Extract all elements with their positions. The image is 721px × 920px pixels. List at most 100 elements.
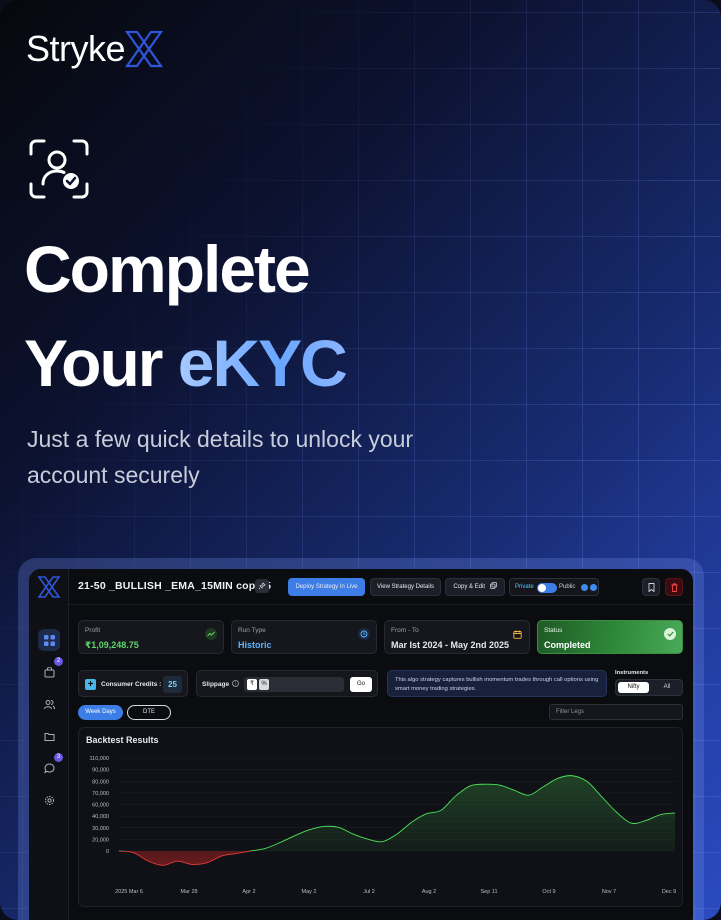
instrument-option-nifty[interactable]: Nifty — [618, 682, 649, 693]
date-range-label: From - To — [391, 627, 419, 634]
status-card: Status Completed — [537, 620, 683, 654]
users-icon — [43, 699, 55, 709]
x-tick-label: Mar 28 — [180, 889, 197, 895]
x-tick-label: Dec 9 — [662, 889, 676, 895]
brand-name: Stryke — [26, 28, 126, 69]
run-type-label: Run Type — [238, 627, 266, 634]
sidebar: 2 3 — [29, 569, 69, 920]
x-tick-label: Jul 2 — [363, 889, 375, 895]
sidebar-item-folder[interactable] — [38, 725, 60, 747]
private-label: Private — [515, 584, 534, 590]
date-range-card: From - To Mar Ist 2024 - May 2nd 2025 — [384, 620, 530, 654]
run-type-value: Historic — [238, 640, 272, 650]
sidebar-item-settings[interactable] — [38, 789, 60, 811]
sidebar-item-users[interactable] — [38, 693, 60, 715]
profit-value: ₹1,09,248.75 — [85, 640, 139, 650]
profit-label: Profit — [85, 627, 101, 634]
filter-legs-input[interactable]: Filter Legs — [549, 704, 683, 720]
chart-canvas: 110,000 90,000 80,000 70,000 60,000 40,000 30,… — [90, 756, 677, 895]
grid-icon — [43, 634, 55, 646]
public-label: Public — [559, 584, 576, 590]
copy-edit-label: Copy & Edit — [453, 584, 485, 590]
add-credits-button[interactable]: + — [85, 679, 96, 690]
pin-icon — [258, 582, 266, 590]
face-verify-icon — [29, 139, 89, 199]
instruments-label: Instruments — [615, 670, 649, 676]
x-tick-label: 2025 Mar 6 — [115, 889, 143, 895]
subtitle: Just a few quick details to unlock your … — [27, 426, 414, 488]
deploy-live-button[interactable]: Deploy Strategy In Live — [288, 578, 365, 596]
facebook-icon[interactable] — [590, 584, 597, 591]
bookmark-button[interactable] — [642, 578, 660, 596]
slippage-label: Slippage — [202, 681, 230, 688]
brand-x-mark — [124, 30, 164, 68]
copy-edit-button[interactable]: Copy & Edit — [445, 578, 505, 596]
date-range-value: Mar Ist 2024 - May 2nd 2025 — [391, 640, 510, 650]
y-tick-label: 90,000 — [92, 768, 109, 774]
folder-icon — [44, 732, 54, 741]
twitter-icon[interactable] — [581, 584, 588, 591]
sidebar-item-cart[interactable]: 2 — [38, 657, 63, 683]
x-tick-label: May 2 — [302, 889, 317, 895]
y-tick-label: 110,000 — [90, 756, 109, 762]
instruments-toggle: Nifty All — [615, 679, 683, 696]
description-text: This algo strategy captures bullish mome… — [395, 677, 599, 692]
y-tick-label: 30,000 — [92, 826, 109, 832]
y-tick-label: 80,000 — [92, 779, 109, 785]
currency-toggle[interactable]: ₹ — [247, 679, 257, 690]
cart-badge: 2 — [54, 657, 63, 666]
status-value: Completed — [544, 640, 591, 650]
x-tick-label: Oct 9 — [542, 889, 555, 895]
visibility-control: Private Public — [509, 578, 599, 596]
view-details-button[interactable]: View Strategy Details — [370, 578, 441, 596]
bookmark-icon — [648, 582, 654, 592]
strategy-description: This algo strategy captures bullish mome… — [387, 670, 607, 697]
history-icon — [358, 628, 370, 640]
sidebar-item-dashboard[interactable] — [38, 629, 60, 651]
info-icon[interactable]: i — [232, 680, 239, 687]
backtest-chart: Backtest Results 110,000 90,000 80,000 70,0… — [78, 727, 683, 907]
check-circle-icon — [664, 628, 676, 640]
visibility-toggle[interactable] — [537, 583, 557, 593]
sidebar-item-chat[interactable]: 3 — [38, 753, 63, 779]
strategy-title: 21-50 _BULLISH _EMA_15MIN copy-5 — [78, 580, 272, 592]
y-tick-label: 70,000 — [92, 791, 109, 797]
credits-label: Consumer Credits : — [101, 681, 162, 688]
trend-up-icon — [205, 628, 217, 640]
status-label: Status — [544, 627, 563, 634]
x-tick-label: Sep 11 — [480, 889, 497, 895]
headline: Complete Your eKYC — [24, 222, 348, 410]
y-tick-label: 40,000 — [92, 814, 109, 820]
chat-badge: 3 — [54, 753, 63, 762]
slippage-control: Slippage i ₹ % Go — [196, 670, 378, 697]
headline-line-2: Your eKYC — [24, 316, 348, 410]
y-tick-label: 20,000 — [92, 837, 109, 843]
x-tick-label: Aug 2 — [422, 889, 436, 895]
brand-logo: Stryke — [26, 28, 165, 70]
filter-placeholder: Filter Legs — [556, 709, 585, 715]
headline-plain: Your — [24, 326, 178, 400]
app-screenshot: 2 3 21-50 _BULLISH _EMA_15MIN copy-5 Dep… — [29, 569, 693, 920]
chat-icon — [43, 762, 55, 774]
run-type-card: Run Type Historic — [231, 620, 377, 654]
x-tick-label: Apr 2 — [242, 889, 255, 895]
delete-button[interactable] — [665, 578, 683, 596]
instrument-option-all[interactable]: All — [652, 682, 682, 693]
headline-line-1: Complete — [24, 232, 311, 306]
trash-icon — [671, 582, 677, 592]
pin-button[interactable] — [255, 579, 269, 593]
consumer-credits: + Consumer Credits : 25 — [78, 670, 188, 697]
app-logo-icon — [37, 576, 61, 598]
gear-icon — [44, 795, 54, 805]
credits-value: 25 — [163, 676, 182, 693]
y-tick-label: 0 — [106, 849, 109, 855]
dte-tab[interactable]: DTE — [127, 705, 171, 720]
calendar-icon — [511, 628, 523, 640]
profit-card: Profit ₹1,09,248.75 — [78, 620, 224, 654]
y-tick-label: 60,000 — [92, 803, 109, 809]
percent-toggle[interactable]: % — [259, 679, 269, 690]
x-tick-label: Nov 7 — [602, 889, 616, 895]
slippage-go-button[interactable]: Go — [350, 677, 372, 692]
copy-icon — [489, 582, 497, 589]
week-days-tab[interactable]: Week Days — [78, 705, 123, 720]
